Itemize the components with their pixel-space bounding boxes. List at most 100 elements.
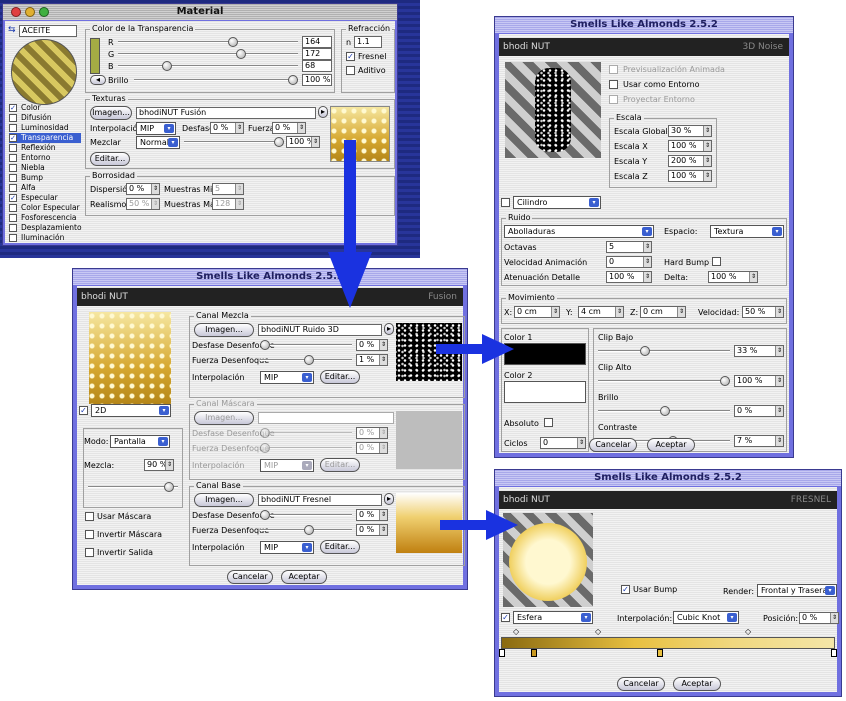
channel-item[interactable]: Difusión — [9, 113, 81, 123]
gradient-knot-right[interactable] — [831, 649, 837, 657]
mascara-desfase-stepper[interactable]: ⇕ — [379, 428, 387, 438]
shape-checkbox[interactable] — [501, 613, 510, 622]
y-field[interactable]: 4 cm ⇕ — [578, 306, 624, 318]
brillo-slider[interactable] — [134, 74, 298, 86]
channel-item[interactable]: Color Especular — [9, 203, 81, 213]
espacio-popup[interactable]: Textura ▾ — [710, 225, 784, 238]
proyectar-entorno-checkbox[interactable] — [609, 95, 618, 104]
base-desfase-slider[interactable] — [260, 509, 352, 521]
render-popup[interactable]: Frontal y Trasera ▾ — [757, 584, 837, 597]
channel-checkbox[interactable] — [9, 154, 17, 162]
mezcla-interp-popup[interactable]: MIP ▾ — [260, 371, 314, 384]
channel-item[interactable]: Niebla — [9, 163, 81, 173]
base-fuerza-field[interactable]: 0 % ⇕ — [356, 524, 388, 536]
fusion-2d-popup[interactable]: 2D ▾ — [91, 404, 171, 417]
noise-titlebar[interactable]: Smells Like Almonds 2.5.2 — [495, 17, 793, 33]
delta-field[interactable]: 100 % ⇕ — [708, 271, 758, 283]
mezcla-field[interactable]: 90 % ⇕ — [144, 459, 174, 471]
escala-global-field[interactable]: 30 % ⇕ — [668, 125, 712, 137]
mezcla-fuerza-stepper[interactable]: ⇕ — [379, 355, 387, 365]
n-field[interactable]: 1.1 — [354, 36, 382, 48]
contraste-stepper[interactable]: ⇕ — [775, 436, 783, 446]
brillo-field[interactable]: 0 % ⇕ — [734, 405, 784, 417]
r-slider[interactable] — [118, 36, 298, 48]
channel-item[interactable]: Entorno — [9, 153, 81, 163]
fuerza-stepper[interactable]: ⇕ — [297, 123, 305, 133]
zoom-button[interactable] — [39, 7, 49, 17]
gradient-knot-1[interactable] — [531, 649, 537, 657]
mascara-fuerza-stepper[interactable]: ⇕ — [379, 443, 387, 453]
gradient-top-knot-1[interactable]: ◇ — [513, 627, 519, 636]
gradient-knot-2[interactable] — [657, 649, 663, 657]
usar-entorno-checkbox[interactable] — [609, 80, 618, 89]
ciclos-field[interactable]: 0 ⇕ — [540, 437, 586, 449]
mascara-imagen-button[interactable]: Imagen... — [194, 411, 254, 425]
desfase-stepper[interactable]: ⇕ — [235, 123, 243, 133]
posicion-field[interactable]: 0 % ⇕ — [799, 612, 839, 624]
realismo-stepper[interactable]: ⇕ — [151, 199, 159, 209]
fresnel-cancel-button[interactable]: Cancelar — [617, 677, 665, 691]
mezcla-menu-button[interactable]: ▸ — [384, 323, 394, 335]
mascara-name-field[interactable] — [258, 412, 394, 424]
transparency-color-swatch[interactable] — [90, 38, 100, 74]
channel-item[interactable]: Bump — [9, 173, 81, 183]
mascara-interp-popup[interactable]: MIP ▾ — [260, 459, 314, 472]
escala-x-field[interactable]: 100 % ⇕ — [668, 140, 712, 152]
fusion-titlebar[interactable]: Smells Like Almonds 2.5.2 — [73, 269, 467, 285]
x-field[interactable]: 0 cm ⇕ — [514, 306, 560, 318]
absoluto-checkbox[interactable] — [544, 418, 553, 427]
y-stepper[interactable]: ⇕ — [615, 307, 623, 317]
material-name-field[interactable]: ACEITE — [19, 25, 77, 37]
noise-accept-button[interactable]: Aceptar — [647, 438, 695, 452]
atenuacion-field[interactable]: 100 % ⇕ — [606, 271, 652, 283]
mezcla-desfase-stepper[interactable]: ⇕ — [379, 340, 387, 350]
color1-swatch[interactable] — [504, 343, 586, 365]
brillo-toggle[interactable]: ◂ — [90, 75, 106, 85]
channel-item[interactable]: Iluminación — [9, 233, 81, 243]
escala-y-field[interactable]: 200 % ⇕ — [668, 155, 712, 167]
mezcla-fuerza-slider[interactable] — [260, 354, 352, 366]
mascara-fuerza-field[interactable]: 0 % ⇕ — [356, 442, 388, 454]
imagen-button[interactable]: Imagen... — [90, 106, 132, 120]
mascara-editar-button[interactable]: Editar... — [320, 458, 360, 472]
aditivo-checkbox[interactable] — [346, 66, 355, 75]
channel-checkbox[interactable] — [9, 104, 17, 112]
channel-checkbox[interactable] — [9, 234, 17, 242]
velocidad-stepper[interactable]: ⇕ — [775, 307, 783, 317]
channel-item[interactable]: Reflexión — [9, 143, 81, 153]
channel-item[interactable]: Alfa — [9, 183, 81, 193]
clip-bajo-field[interactable]: 33 % ⇕ — [734, 345, 784, 357]
clip-alto-stepper[interactable]: ⇕ — [775, 376, 783, 386]
shape-checkbox[interactable] — [501, 198, 510, 207]
mascara-desfase-field[interactable]: 0 % ⇕ — [356, 427, 388, 439]
base-name-field[interactable]: bhodiNUT Fresnel — [258, 494, 382, 506]
dispersion-field[interactable]: 0 % ⇕ — [126, 183, 160, 195]
usar-mascara-checkbox[interactable] — [85, 512, 94, 521]
desfase-field[interactable]: 0 % ⇕ — [210, 122, 244, 134]
fresnel-checkbox[interactable] — [346, 52, 355, 61]
delta-stepper[interactable]: ⇕ — [749, 272, 757, 282]
r-field[interactable]: 164 — [302, 36, 332, 48]
clip-alto-field[interactable]: 100 % ⇕ — [734, 375, 784, 387]
modo-popup[interactable]: Pantalla ▾ — [110, 435, 170, 448]
mascara-desfase-slider[interactable] — [260, 427, 352, 439]
mezcla-name-field[interactable]: bhodiNUT Ruido 3D — [258, 324, 382, 336]
muestras-max-stepper[interactable]: ⇕ — [235, 199, 243, 209]
mezcla-editar-button[interactable]: Editar... — [320, 370, 360, 384]
channel-checkbox[interactable] — [9, 194, 17, 202]
brillo-slider[interactable] — [598, 405, 730, 417]
channel-checkbox[interactable] — [9, 114, 17, 122]
base-desfase-field[interactable]: 0 % ⇕ — [356, 509, 388, 521]
dispersion-stepper[interactable]: ⇕ — [151, 184, 159, 194]
velocidad-anim-field[interactable]: 0 ⇕ — [606, 256, 652, 268]
muestras-min-field[interactable]: 5 ⇕ — [212, 183, 244, 195]
muestras-max-field[interactable]: 128 ⇕ — [212, 198, 244, 210]
mezclar-slider[interactable] — [184, 136, 284, 148]
atenuacion-stepper[interactable]: ⇕ — [643, 272, 651, 282]
channel-checkbox[interactable] — [9, 204, 17, 212]
realismo-field[interactable]: 50 % ⇕ — [126, 198, 160, 210]
base-imagen-button[interactable]: Imagen... — [194, 493, 254, 507]
channel-checkbox[interactable] — [9, 184, 17, 192]
velocidad-field[interactable]: 50 % ⇕ — [742, 306, 784, 318]
b-slider[interactable] — [118, 60, 298, 72]
